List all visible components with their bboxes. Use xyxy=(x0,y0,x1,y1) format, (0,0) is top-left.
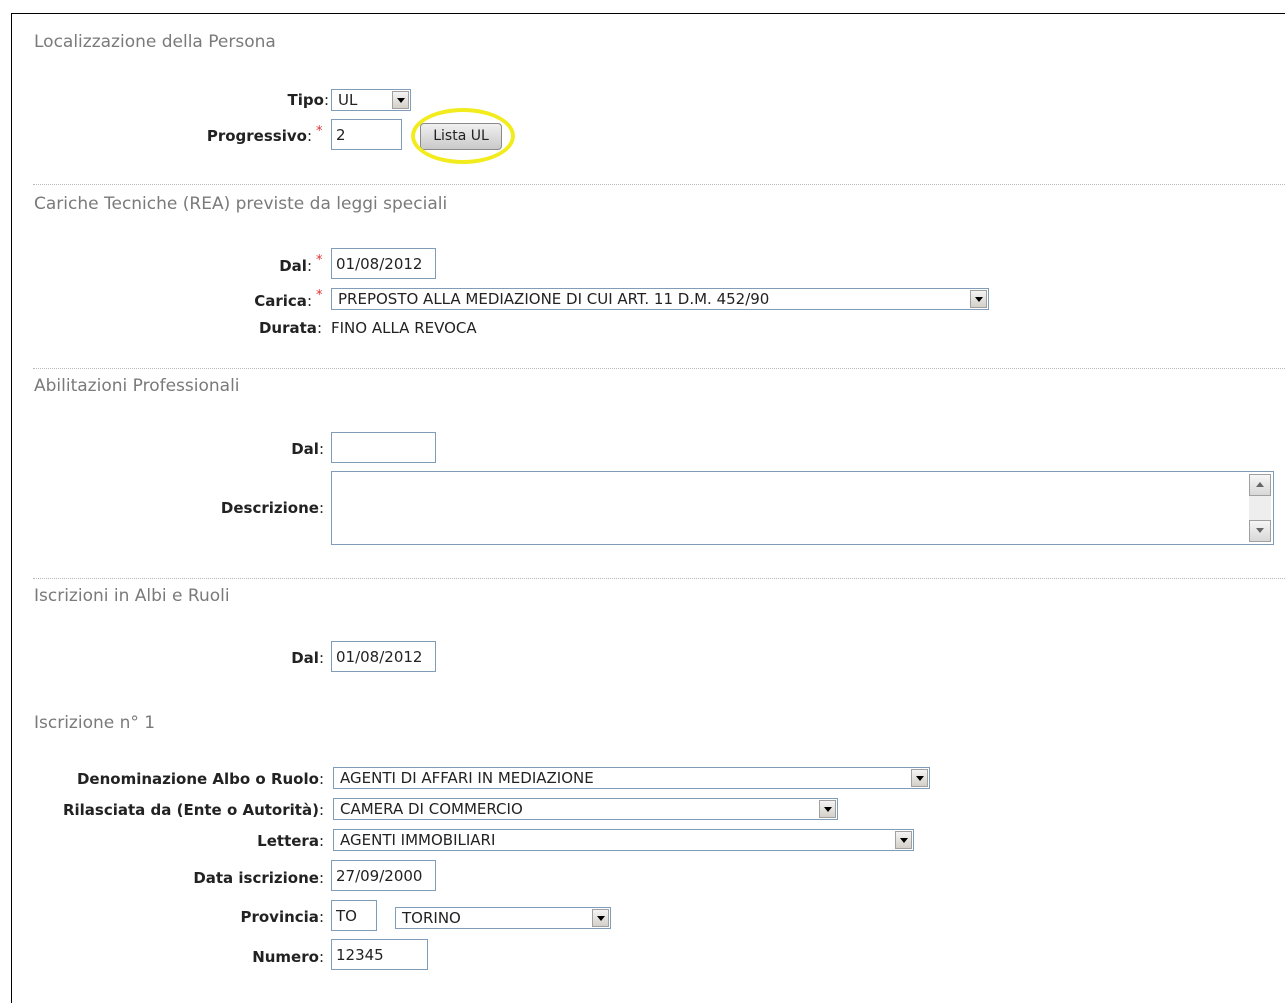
chevron-down-icon[interactable] xyxy=(819,800,836,818)
provincia-select-value: TORINO xyxy=(402,909,461,927)
chevron-down-icon[interactable] xyxy=(970,290,987,308)
chevron-down-icon[interactable] xyxy=(895,831,912,849)
required-asterisk: * xyxy=(316,124,323,139)
provincia-select[interactable]: TORINO xyxy=(395,907,611,929)
durata-value: FINO ALLA REVOCA xyxy=(331,319,477,337)
numero-label: Numero: xyxy=(252,948,324,966)
section-title-iscrizione-n: Iscrizione n° 1 xyxy=(34,713,156,733)
cariche-dal-input[interactable] xyxy=(331,248,436,279)
denominazione-label: Denominazione Albo o Ruolo: xyxy=(76,770,324,788)
carica-select-value: PREPOSTO ALLA MEDIAZIONE DI CUI ART. 11 … xyxy=(338,290,770,308)
provincia-label: Provincia: xyxy=(240,908,324,926)
section-title-localizzazione: Localizzazione della Persona xyxy=(34,32,276,52)
numero-input[interactable] xyxy=(331,939,428,970)
chevron-down-icon[interactable] xyxy=(911,769,928,787)
required-asterisk: * xyxy=(316,288,323,303)
lettera-select[interactable]: AGENTI IMMOBILIARI xyxy=(333,829,914,851)
required-asterisk: * xyxy=(316,253,323,268)
carica-label: Carica: xyxy=(254,292,312,310)
abilitazioni-dal-input[interactable] xyxy=(331,432,436,463)
durata-label: Durata: xyxy=(258,319,322,337)
scroll-down-icon[interactable] xyxy=(1249,520,1271,542)
lista-ul-button[interactable]: Lista UL xyxy=(420,123,502,150)
progressivo-label: Progressivo: xyxy=(206,127,312,145)
tipo-select-value: UL xyxy=(338,91,358,109)
lettera-select-value: AGENTI IMMOBILIARI xyxy=(340,831,496,849)
rilasciata-label: Rilasciata da (Ente o Autorità): xyxy=(62,801,324,819)
data-iscrizione-label: Data iscrizione: xyxy=(193,869,324,887)
chevron-down-icon[interactable] xyxy=(392,91,409,109)
provincia-code-input[interactable] xyxy=(331,900,377,931)
progressivo-input[interactable] xyxy=(331,119,402,150)
iscrizioni-dal-input[interactable] xyxy=(331,641,436,672)
carica-select[interactable]: PREPOSTO ALLA MEDIAZIONE DI CUI ART. 11 … xyxy=(331,288,989,310)
scroll-up-icon[interactable] xyxy=(1249,474,1271,496)
section-divider xyxy=(33,184,1285,185)
section-title-iscrizioni: Iscrizioni in Albi e Ruoli xyxy=(34,586,230,606)
denominazione-select-value: AGENTI DI AFFARI IN MEDIAZIONE xyxy=(340,769,594,787)
descrizione-textarea[interactable] xyxy=(331,471,1274,545)
section-divider xyxy=(33,578,1285,579)
iscrizioni-dal-label: Dal: xyxy=(291,649,324,667)
denominazione-select[interactable]: AGENTI DI AFFARI IN MEDIAZIONE xyxy=(333,767,930,789)
lettera-label: Lettera: xyxy=(257,832,324,850)
section-title-cariche: Cariche Tecniche (REA) previste da leggi… xyxy=(34,194,448,214)
cariche-dal-label: Dal: xyxy=(279,257,312,275)
tipo-label: Tipo: xyxy=(287,91,329,109)
chevron-down-icon[interactable] xyxy=(592,909,609,927)
section-title-abilitazioni: Abilitazioni Professionali xyxy=(34,376,240,396)
data-iscrizione-input[interactable] xyxy=(331,860,436,891)
rilasciata-select[interactable]: CAMERA DI COMMERCIO xyxy=(333,798,838,820)
tipo-select[interactable]: UL xyxy=(331,89,411,111)
section-divider xyxy=(33,368,1285,369)
descrizione-label: Descrizione: xyxy=(220,499,324,517)
descrizione-scrollbar[interactable] xyxy=(1249,474,1271,542)
abilitazioni-dal-label: Dal: xyxy=(291,440,324,458)
rilasciata-select-value: CAMERA DI COMMERCIO xyxy=(340,800,523,818)
